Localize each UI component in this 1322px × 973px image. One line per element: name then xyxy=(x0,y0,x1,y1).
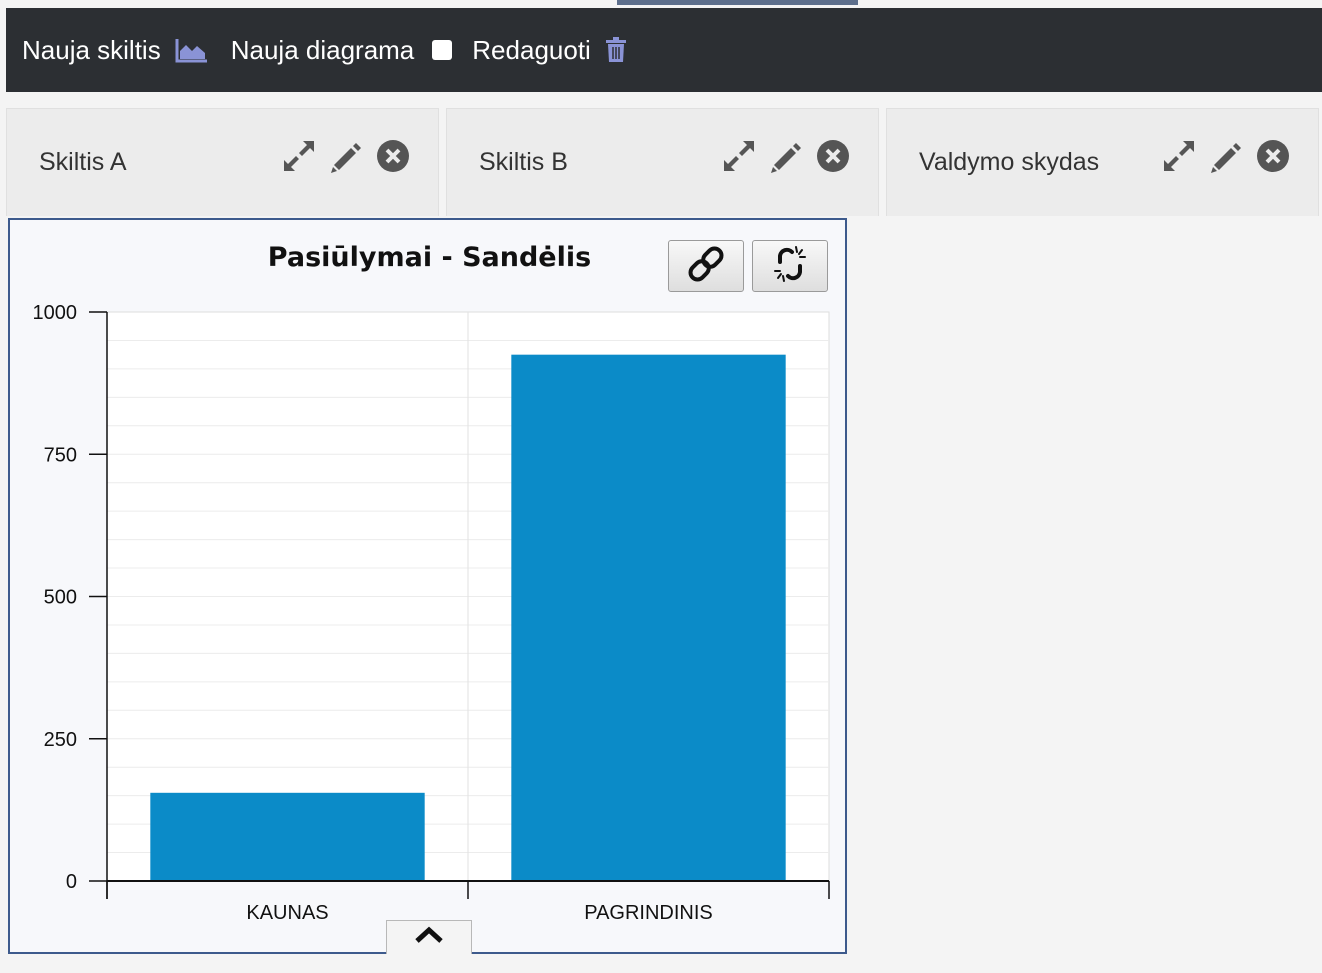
edit-button[interactable]: Redaguoti xyxy=(472,35,627,66)
expand-icon[interactable] xyxy=(1162,139,1196,173)
y-tick-label: 250 xyxy=(44,729,77,751)
dashboard-toolbar: Nauja skiltis Nauja diagrama Redaguoti xyxy=(6,8,1322,92)
y-tick-label: 1000 xyxy=(33,302,78,324)
collapse-button[interactable] xyxy=(386,920,472,954)
new-chart-label: Nauja diagrama xyxy=(230,34,415,65)
edit-label: Redaguoti xyxy=(472,34,591,65)
chart-panel: Pasiūlymai - Sandėlis 0 250 500 750 1000… xyxy=(8,218,847,954)
tab-skiltis-b[interactable]: Skiltis B xyxy=(446,108,879,216)
trash-icon[interactable] xyxy=(605,37,627,63)
close-circle-icon[interactable] xyxy=(1256,139,1290,173)
pencil-icon[interactable] xyxy=(770,139,802,173)
area-chart-icon xyxy=(175,37,209,63)
y-tick-label: 0 xyxy=(66,871,77,893)
bar-chart: 0 250 500 750 1000 KAUNAS PAGRINDINIS xyxy=(33,302,830,924)
x-tick-label: KAUNAS xyxy=(246,902,328,924)
x-tick-label: PAGRINDINIS xyxy=(584,902,713,924)
new-section-label: Nauja skiltis xyxy=(22,34,161,65)
section-tabs: Skiltis A Skiltis B Valdymo skydas xyxy=(6,108,1322,216)
expand-icon[interactable] xyxy=(282,139,316,173)
expand-icon[interactable] xyxy=(722,139,756,173)
close-circle-icon[interactable] xyxy=(376,139,410,173)
tab-label: Skiltis B xyxy=(479,148,568,176)
bar-kaunas xyxy=(150,792,425,881)
top-accent-bar xyxy=(617,0,858,5)
tab-label: Valdymo skydas xyxy=(919,148,1100,176)
pencil-icon[interactable] xyxy=(330,139,362,173)
y-tick-label: 500 xyxy=(44,587,77,609)
y-tick-label: 750 xyxy=(44,444,77,466)
new-section-button[interactable]: Nauja skiltis xyxy=(22,35,209,66)
chevron-up-icon xyxy=(414,925,444,950)
pencil-icon[interactable] xyxy=(1210,139,1242,173)
tab-valdymo-skydas[interactable]: Valdymo skydas xyxy=(886,108,1319,216)
tab-skiltis-a[interactable]: Skiltis A xyxy=(6,108,439,216)
bar-pagrindinis xyxy=(511,354,786,881)
edit-checkbox[interactable] xyxy=(432,40,453,60)
tab-label: Skiltis A xyxy=(39,148,127,176)
new-chart-button[interactable]: Nauja diagrama xyxy=(231,35,415,66)
close-circle-icon[interactable] xyxy=(816,139,850,173)
